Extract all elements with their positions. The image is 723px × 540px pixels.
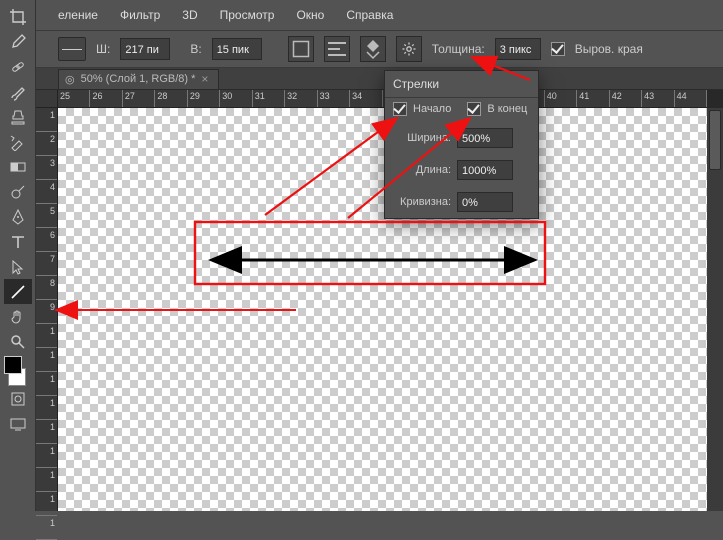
close-icon[interactable]: ×: [201, 72, 208, 86]
zoom-tool-icon[interactable]: [4, 329, 32, 354]
ruler-tick: 1: [36, 348, 57, 372]
screenmode-icon[interactable]: [4, 411, 32, 436]
ruler-tick: 30: [220, 90, 252, 108]
brush-tool-icon[interactable]: [4, 79, 32, 104]
start-label: Начало: [413, 103, 451, 115]
thickness-label: Толщина:: [432, 42, 485, 56]
ruler-tick: 28: [155, 90, 187, 108]
arrow-length-label: Длина:: [393, 164, 451, 176]
ruler-tick: 1: [36, 516, 57, 540]
menu-item[interactable]: еление: [58, 8, 98, 22]
arrow-width-input[interactable]: 500%: [457, 128, 513, 148]
ruler-tick: 1: [36, 468, 57, 492]
doc-title: 50% (Слой 1, RGB/8) *: [81, 73, 196, 85]
ruler-tick: 1: [36, 420, 57, 444]
stamp-tool-icon[interactable]: [4, 104, 32, 129]
menu-item[interactable]: Просмотр: [220, 8, 275, 22]
canvas[interactable]: [58, 108, 707, 511]
ruler-tick: 42: [610, 90, 642, 108]
menu-item[interactable]: Справка: [346, 8, 393, 22]
horizontal-ruler[interactable]: 2526272829303132333435363738394041424344: [58, 90, 707, 108]
arrange-icon[interactable]: [360, 36, 386, 62]
ruler-tick: 1: [36, 372, 57, 396]
crop-tool-icon[interactable]: [4, 4, 32, 29]
vertical-scrollbar[interactable]: [707, 108, 723, 511]
width-input[interactable]: 217 пи: [120, 38, 170, 60]
align-icon[interactable]: [324, 36, 350, 62]
gear-icon[interactable]: [396, 36, 422, 62]
arrow-length-input[interactable]: 1000%: [457, 160, 513, 180]
ruler-tick: 6: [36, 228, 57, 252]
eyedropper-tool-icon[interactable]: [4, 29, 32, 54]
line-tool-icon[interactable]: [4, 279, 32, 304]
arrow-concavity-input[interactable]: 0%: [457, 192, 513, 212]
color-swatches[interactable]: [4, 356, 32, 386]
ruler-tick: 1: [36, 492, 57, 516]
align-edges-label: Выров. края: [575, 42, 643, 56]
path-select-tool-icon[interactable]: [4, 254, 32, 279]
ruler-tick: 3: [36, 156, 57, 180]
arrowheads-panel: Стрелки Начало В конец Ширина: 500% Длин…: [384, 70, 539, 219]
workspace: 2526272829303132333435363738394041424344…: [36, 90, 723, 511]
width-label: Ш:: [96, 42, 110, 56]
vertical-ruler[interactable]: 123456789111111111: [36, 108, 58, 511]
ruler-tick: 25: [58, 90, 90, 108]
ruler-tick: 31: [253, 90, 285, 108]
ruler-tick: 34: [350, 90, 382, 108]
pen-tool-icon[interactable]: [4, 204, 32, 229]
ruler-tick: 8: [36, 276, 57, 300]
ruler-corner: [36, 90, 58, 108]
arrow-concavity-label: Кривизна:: [393, 196, 451, 208]
menu-bar: еление Фильтр 3D Просмотр Окно Справка: [0, 0, 723, 30]
ruler-tick: 26: [90, 90, 122, 108]
ruler-tick: 7: [36, 252, 57, 276]
menu-item[interactable]: Окно: [296, 8, 324, 22]
ruler-tick: 1: [36, 396, 57, 420]
ruler-tick: 2: [36, 132, 57, 156]
artwork-arrow: [208, 240, 538, 280]
ruler-tick: 5: [36, 204, 57, 228]
menu-item[interactable]: 3D: [182, 8, 197, 22]
start-checkbox[interactable]: [393, 102, 407, 116]
document-tabs: ◎ 50% (Слой 1, RGB/8) * ×: [0, 68, 723, 90]
gradient-tool-icon[interactable]: [4, 154, 32, 179]
doc-icon: ◎: [65, 73, 75, 86]
type-tool-icon[interactable]: [4, 229, 32, 254]
stroke-preview[interactable]: [58, 37, 86, 61]
arrow-width-label: Ширина:: [393, 132, 451, 144]
ruler-tick: 40: [545, 90, 577, 108]
ruler-tick: 1: [36, 444, 57, 468]
end-checkbox[interactable]: [467, 102, 481, 116]
ruler-tick: 44: [675, 90, 707, 108]
end-label: В конец: [487, 103, 527, 115]
height-label: В:: [190, 42, 201, 56]
toolbox: [0, 0, 36, 511]
scroll-thumb[interactable]: [709, 110, 721, 170]
ruler-tick: 1: [36, 108, 57, 132]
ruler-tick: 9: [36, 300, 57, 324]
document-tab[interactable]: ◎ 50% (Слой 1, RGB/8) * ×: [58, 69, 219, 89]
thickness-input[interactable]: 3 пикс: [495, 38, 541, 60]
menu-item[interactable]: Фильтр: [120, 8, 160, 22]
healing-tool-icon[interactable]: [4, 54, 32, 79]
history-brush-tool-icon[interactable]: [4, 129, 32, 154]
ruler-tick: 41: [577, 90, 609, 108]
height-input[interactable]: 15 пик: [212, 38, 262, 60]
ruler-tick: 1: [36, 324, 57, 348]
options-bar: Ш: 217 пи В: 15 пик Толщина: 3 пикс Выро…: [0, 30, 723, 68]
hand-tool-icon[interactable]: [4, 304, 32, 329]
dodge-tool-icon[interactable]: [4, 179, 32, 204]
foreground-swatch[interactable]: [4, 356, 22, 374]
quickmask-icon[interactable]: [4, 386, 32, 411]
ruler-tick: 27: [123, 90, 155, 108]
ruler-tick: 33: [318, 90, 350, 108]
panel-title: Стрелки: [385, 71, 538, 98]
path-mode-icon[interactable]: [288, 36, 314, 62]
ruler-tick: 4: [36, 180, 57, 204]
align-edges-checkbox[interactable]: [551, 42, 565, 56]
ruler-tick: 43: [642, 90, 674, 108]
ruler-tick: 29: [188, 90, 220, 108]
ruler-tick: 32: [285, 90, 317, 108]
